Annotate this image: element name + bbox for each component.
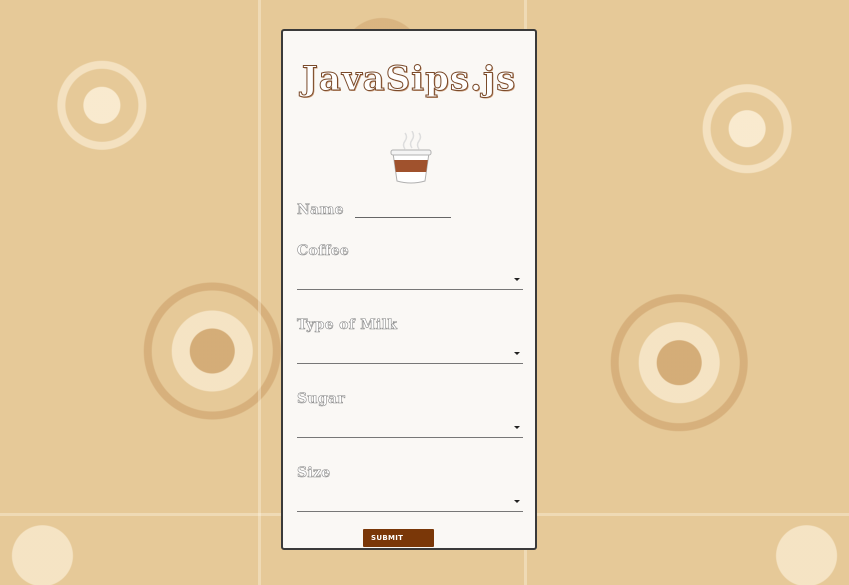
order-form-card: JavaSips.js Name Coffee Type of Milk Sug… <box>281 29 537 550</box>
caret-down-icon <box>514 352 520 355</box>
name-input[interactable] <box>354 203 451 218</box>
name-label: Name <box>297 202 344 219</box>
coffee-field: Coffee <box>297 243 523 290</box>
size-label: Size <box>297 465 331 482</box>
caret-down-icon <box>514 278 520 281</box>
milk-label: Type of Milk <box>297 317 398 334</box>
caret-down-icon <box>514 500 520 503</box>
sugar-label: Sugar <box>297 391 346 408</box>
coffee-label: Coffee <box>297 243 350 260</box>
caret-down-icon <box>514 426 520 429</box>
coffee-cup-icon <box>390 131 432 184</box>
size-field: Size <box>297 465 523 512</box>
app-title: JavaSips.js <box>301 59 517 100</box>
sugar-field: Sugar <box>297 391 523 438</box>
background-seam <box>258 0 261 585</box>
milk-select[interactable] <box>297 343 523 364</box>
submit-button[interactable]: SUBMIT <box>363 529 434 547</box>
coffee-select[interactable] <box>297 269 523 290</box>
name-row: Name <box>297 199 451 218</box>
milk-field: Type of Milk <box>297 317 523 364</box>
sugar-select[interactable] <box>297 417 523 438</box>
size-select[interactable] <box>297 491 523 512</box>
